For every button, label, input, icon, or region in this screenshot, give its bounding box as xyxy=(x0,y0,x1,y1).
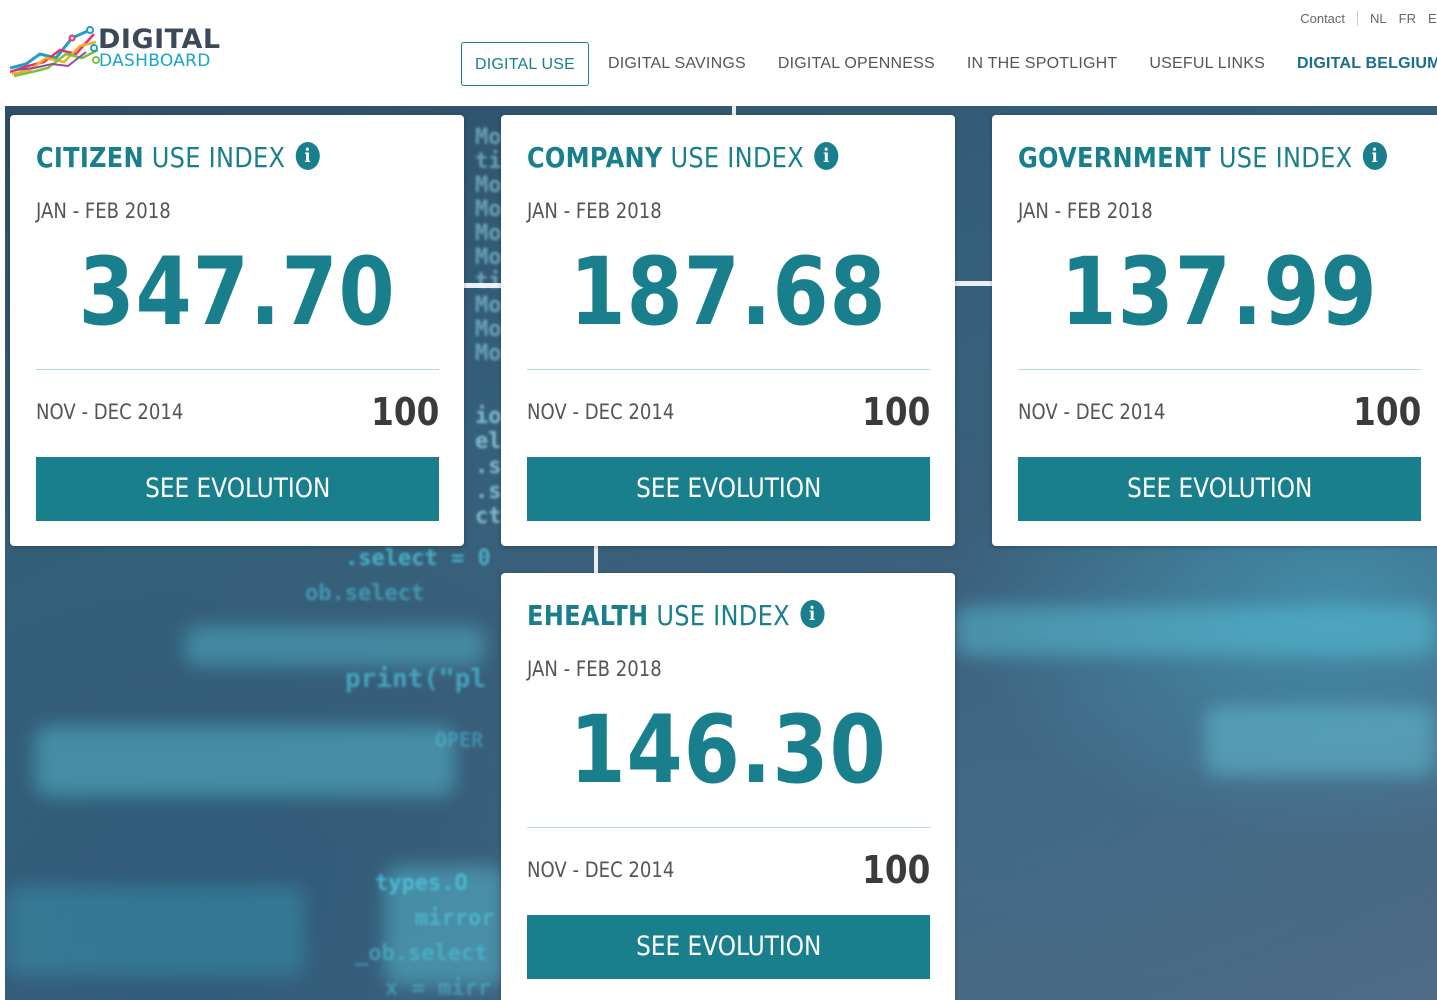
digital-dashboard-logo[interactable]: DIGITAL DASHBOARD xyxy=(10,24,220,82)
base-value: 100 xyxy=(861,390,930,434)
code-fragment: print("pl xyxy=(345,664,486,694)
logo-text-digital: DIGITAL xyxy=(98,24,221,55)
blurred-code-streak xyxy=(1205,706,1435,776)
card-title-bold: GOVERNMENT xyxy=(1018,141,1211,174)
language-nl-link[interactable]: NL xyxy=(1370,11,1387,26)
nav-digital-savings[interactable]: DIGITAL SAVINGS xyxy=(592,42,762,86)
base-period: NOV - DEC 2014 xyxy=(527,400,675,424)
card-title-light: USE INDEX xyxy=(670,141,804,174)
connector-line xyxy=(950,281,995,286)
index-value: 146.30 xyxy=(569,696,887,805)
logo-graph-icon xyxy=(10,26,100,78)
current-period: JAN - FEB 2018 xyxy=(527,199,662,223)
nav-useful-links[interactable]: USEFUL LINKS xyxy=(1133,42,1281,86)
citizen-use-index-card: CITIZEN USE INDEX i JAN - FEB 2018 347.70… xyxy=(10,115,464,546)
main-nav: DIGITAL USE DIGITAL SAVINGS DIGITAL OPEN… xyxy=(461,42,1437,86)
code-fragment: x = mirr xyxy=(385,976,491,1000)
code-fragment: OPER xyxy=(435,728,484,752)
code-column: io el .s .s ct xyxy=(475,404,502,529)
divider xyxy=(1018,369,1421,370)
code-fragment: .select = 0 xyxy=(345,546,491,571)
base-value: 100 xyxy=(861,848,930,892)
ehealth-use-index-card: EHEALTH USE INDEX i JAN - FEB 2018 146.30… xyxy=(501,573,955,1000)
index-value: 187.68 xyxy=(569,238,887,347)
blurred-code-streak xyxy=(35,726,455,796)
info-icon[interactable]: i xyxy=(1362,142,1387,170)
blurred-code-streak xyxy=(5,886,305,976)
utility-links: Contact NL FR E xyxy=(1300,8,1437,28)
current-period: JAN - FEB 2018 xyxy=(36,199,171,223)
logo-text-dashboard: DASHBOARD xyxy=(99,51,211,71)
info-icon[interactable]: i xyxy=(800,600,825,628)
divider xyxy=(527,827,930,828)
code-fragment: mirror xyxy=(415,906,495,931)
nav-in-the-spotlight[interactable]: IN THE SPOTLIGHT xyxy=(951,42,1133,86)
nav-digital-use[interactable]: DIGITAL USE xyxy=(461,42,589,86)
see-evolution-button[interactable]: SEE EVOLUTION xyxy=(36,457,439,521)
current-period: JAN - FEB 2018 xyxy=(1018,199,1153,223)
see-evolution-button[interactable]: SEE EVOLUTION xyxy=(527,915,930,979)
info-icon[interactable]: i xyxy=(814,142,839,170)
site-header: DIGITAL DASHBOARD Contact NL FR E DIGITA… xyxy=(0,0,1437,106)
base-value: 100 xyxy=(370,390,439,434)
current-period: JAN - FEB 2018 xyxy=(527,657,662,681)
nav-digital-openness[interactable]: DIGITAL OPENNESS xyxy=(762,42,951,86)
divider xyxy=(36,369,439,370)
index-value: 137.99 xyxy=(1060,238,1378,347)
see-evolution-button[interactable]: SEE EVOLUTION xyxy=(527,457,930,521)
button-label: SEE EVOLUTION xyxy=(635,931,822,962)
connector-line xyxy=(460,283,505,288)
language-en-link[interactable]: E xyxy=(1428,11,1437,26)
button-label: SEE EVOLUTION xyxy=(635,473,822,504)
card-title-light: USE INDEX xyxy=(1218,141,1353,174)
card-title: GOVERNMENT USE INDEX i xyxy=(1018,141,1387,175)
code-column: Mo ti Mo Mo Mo Mo ti Mo Mo Mo xyxy=(475,125,502,366)
card-title: EHEALTH USE INDEX i xyxy=(527,599,825,633)
base-period: NOV - DEC 2014 xyxy=(1018,400,1166,424)
connector-line xyxy=(594,546,598,574)
base-value: 100 xyxy=(1352,390,1421,434)
code-fragment: types.O xyxy=(375,871,468,896)
language-fr-link[interactable]: FR xyxy=(1399,11,1416,26)
government-use-index-card: GOVERNMENT USE INDEX i JAN - FEB 2018 137… xyxy=(992,115,1437,546)
index-value: 347.70 xyxy=(78,238,396,347)
card-title-bold: EHEALTH xyxy=(527,599,649,632)
card-title: COMPANY USE INDEX i xyxy=(527,141,839,175)
code-fragment: ob.select xyxy=(305,581,425,606)
card-title: CITIZEN USE INDEX i xyxy=(36,141,320,175)
card-title-light: USE INDEX xyxy=(656,599,790,632)
blurred-code-streak xyxy=(955,606,1435,656)
card-title-light: USE INDEX xyxy=(151,141,286,174)
button-label: SEE EVOLUTION xyxy=(144,473,331,504)
info-icon[interactable]: i xyxy=(295,142,320,170)
card-title-bold: CITIZEN xyxy=(36,141,144,174)
nav-digital-belgium[interactable]: DIGITAL BELGIUM xyxy=(1281,42,1437,86)
contact-link[interactable]: Contact xyxy=(1300,10,1359,26)
base-period: NOV - DEC 2014 xyxy=(527,858,675,882)
divider xyxy=(527,369,930,370)
company-use-index-card: COMPANY USE INDEX i JAN - FEB 2018 187.68… xyxy=(501,115,955,546)
button-label: SEE EVOLUTION xyxy=(1126,473,1313,504)
see-evolution-button[interactable]: SEE EVOLUTION xyxy=(1018,457,1421,521)
base-period: NOV - DEC 2014 xyxy=(36,400,184,424)
code-fragment: _ob.select xyxy=(355,941,488,966)
blurred-code-streak xyxy=(185,626,485,666)
card-title-bold: COMPANY xyxy=(527,141,663,174)
